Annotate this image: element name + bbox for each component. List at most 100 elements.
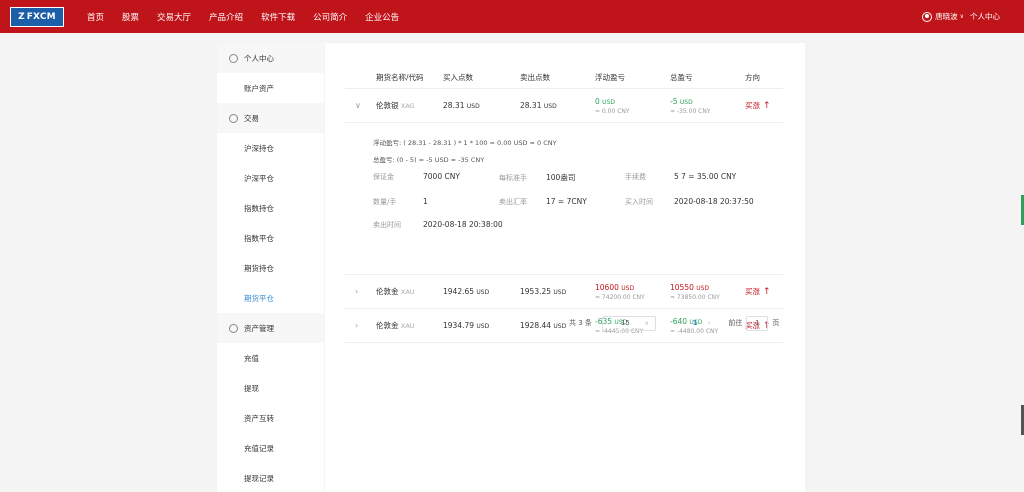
detail-value: 2020-08-18 20:37:50 [674,197,754,206]
float-unit: USD [602,98,615,106]
direction-label: 买涨 [745,101,760,110]
collapse-chevron-icon[interactable]: ∨ [355,89,361,122]
row-detail-panel: 浮动盈亏: ( 28.31 - 28.31 ) * 1 * 100 = 0.00… [345,123,783,275]
table-header: 期货名称/代码 买入点数 卖出点数 浮动盈亏 总盈亏 方向 [345,67,783,89]
futures-code: XAG [400,102,415,110]
detail-qty: 数量/手 1 [373,197,428,207]
sidebar-item-account-assets[interactable]: 账户资产 [217,73,324,103]
detail-value: 100盎司 [546,173,576,182]
sidebar-item-deposit-records[interactable]: 充值记录 [217,433,324,463]
buy-unit: USD [476,289,490,296]
asset-circle-icon [229,323,238,333]
detail-key: 手续费 [625,173,646,181]
top-nav-bar: Z FXCM 首页 股票 交易大厅 产品介绍 软件下载 公司简介 企业公告 唐晓… [0,0,1024,33]
cell-float-pl: 10600 USD ≈ 74200.00 CNY [595,275,645,308]
expand-chevron-icon[interactable]: › [355,309,358,342]
fxcm-logo[interactable]: Z FXCM [10,7,64,27]
float-cny: ≈ 74200.00 CNY [595,293,645,301]
sidebar-item-sh-sz-closed[interactable]: 沪深平仓 [217,163,324,193]
col-header-total-pl: 总盈亏 [670,73,693,82]
sidebar-item-futures-holdings[interactable]: 期货持仓 [217,253,324,283]
futures-name: 伦敦金 [376,287,399,296]
page-unit-label: 页 [772,319,780,327]
sell-value: 28.31 [520,101,542,110]
futures-code: XAU [400,322,415,330]
float-pl-formula: 浮动盈亏: ( 28.31 - 28.31 ) * 1 * 100 = 0.00… [373,139,557,147]
table-row[interactable]: › 伦敦金 XAU 1942.65 USD 1953.25 USD 10600 … [345,275,783,309]
buy-unit: USD [466,103,480,110]
nav-home[interactable]: 首页 [87,11,104,23]
detail-deposit: 保证金 7000 CNY [373,172,460,182]
cell-name: 伦敦金 XAU [376,309,415,342]
arrow-up-icon: ↑ [763,286,771,297]
col-header-sell: 卖出点数 [520,73,550,82]
table-row[interactable]: ∨ 伦敦银 XAG 28.31 USD 28.31 USD 0 USD ≈ 0.0… [345,89,783,123]
closed-futures-table: 期货名称/代码 买入点数 卖出点数 浮动盈亏 总盈亏 方向 ∨ 伦敦银 XAG … [345,67,783,343]
futures-name: 伦敦金 [376,321,399,330]
user-name[interactable]: 唐晓波 [935,11,958,22]
goto-page-input[interactable]: 1 [746,315,769,331]
detail-fee: 手续费 5 7 = 35.00 CNY [625,172,736,182]
sidebar-item-withdraw-records[interactable]: 提现记录 [217,463,324,492]
user-circle-icon [229,53,238,63]
main-panel: 期货名称/代码 买入点数 卖出点数 浮动盈亏 总盈亏 方向 ∨ 伦敦银 XAG … [325,43,805,492]
sidebar-item-asset-transfer[interactable]: 资产互转 [217,403,324,433]
direction-label: 买涨 [745,287,760,296]
goto-label: 前往 [728,319,743,327]
total-pl-formula: 总盈亏: (0 - 5) = -5 USD ≈ -35 CNY [373,156,485,164]
float-unit: USD [621,284,635,292]
page-size-select[interactable]: 15 ∨ [601,315,656,331]
buy-value: 28.31 [443,101,465,110]
next-page-button[interactable]: › [708,319,711,327]
col-header-float-pl: 浮动盈亏 [595,73,625,82]
personal-center-link[interactable]: 个人中心 [970,11,1000,22]
prev-page-button[interactable]: ‹ [680,319,683,327]
sidebar-group-asset-mgmt[interactable]: 资产管理 [217,313,324,343]
float-value: 0 [595,96,600,106]
col-header-direction: 方向 [745,73,760,82]
sidebar-group-label: 资产管理 [244,323,274,333]
detail-value: 7000 CNY [423,172,460,181]
page-size-value: 15 [620,319,630,327]
buy-value: 1942.65 [443,287,475,296]
detail-buy-time: 买入时间 2020-08-18 20:37:50 [625,197,754,207]
detail-key: 每标准手 [499,174,527,182]
total-cny: ≈ 73850.00 CNY [670,293,720,301]
user-avatar-icon[interactable] [922,11,933,22]
total-count: 共 3 条 [569,319,592,327]
float-cny: ≈ 0.00 CNY [595,107,630,115]
expand-chevron-icon[interactable]: › [355,275,358,308]
sell-value: 1928.44 [520,321,552,330]
nav-company-intro[interactable]: 公司简介 [313,11,347,23]
nav-stocks[interactable]: 股票 [122,11,139,23]
detail-sell-time: 卖出时间 2020-08-18 20:38:00 [373,220,503,230]
chevron-down-icon[interactable]: ∨ [960,13,964,20]
sidebar-group-trade[interactable]: 交易 [217,103,324,133]
page-number[interactable]: 1 [693,319,698,327]
sidebar-item-withdraw[interactable]: 提现 [217,373,324,403]
logo-text: FXCM [26,12,56,22]
sidebar-group-label: 个人中心 [244,53,274,63]
sidebar-group-label: 交易 [244,113,259,123]
sidebar: 个人中心 账户资产 交易 沪深持仓 沪深平仓 指数持仓 指数平仓 期货持仓 期货… [217,43,324,492]
nav-trading-hall[interactable]: 交易大厅 [157,11,191,23]
sidebar-item-deposit[interactable]: 充值 [217,343,324,373]
sell-unit: USD [553,323,567,330]
detail-key: 买入时间 [625,198,653,206]
total-unit: USD [679,98,693,106]
detail-value: 5 7 = 35.00 CNY [674,172,737,181]
total-unit: USD [696,284,710,292]
nav-announcements[interactable]: 企业公告 [365,11,399,23]
sidebar-group-personal[interactable]: 个人中心 [217,43,324,73]
sidebar-item-index-holdings[interactable]: 指数持仓 [217,193,324,223]
cell-sell: 28.31 USD [520,89,557,122]
nav-software-download[interactable]: 软件下载 [261,11,295,23]
futures-name: 伦敦银 [376,101,399,110]
sidebar-item-index-closed[interactable]: 指数平仓 [217,223,324,253]
trade-circle-icon [229,113,238,123]
cell-total-pl: 10550 USD ≈ 73850.00 CNY [670,275,720,308]
nav-products[interactable]: 产品介绍 [209,11,243,23]
sidebar-item-sh-sz-holdings[interactable]: 沪深持仓 [217,133,324,163]
sidebar-item-futures-closed[interactable]: 期货平仓 [217,283,324,313]
detail-key: 保证金 [373,173,394,181]
